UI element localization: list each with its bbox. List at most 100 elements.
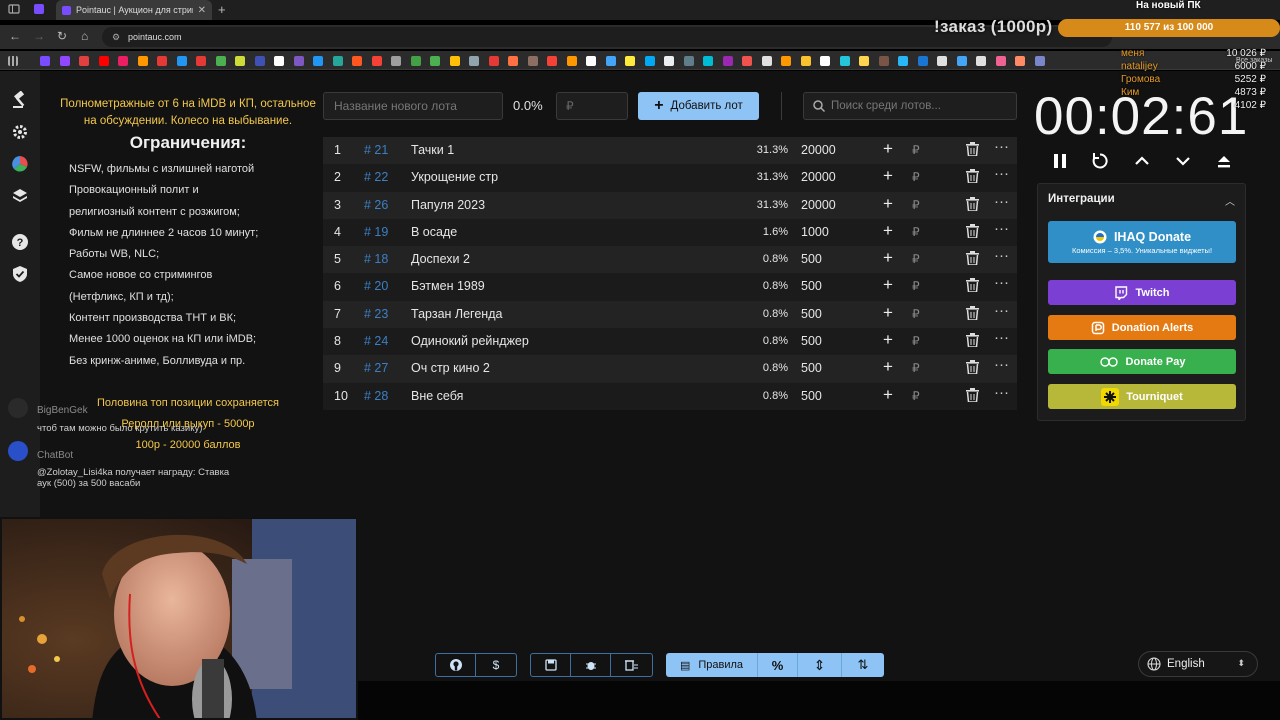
back-icon[interactable]: ←: [9, 29, 21, 43]
bookmark-icon[interactable]: [898, 56, 908, 66]
bookmark-icon[interactable]: [254, 56, 265, 66]
bookmark-icon[interactable]: [98, 56, 109, 66]
more-options-icon[interactable]: ···: [994, 329, 1009, 346]
lot-name[interactable]: Одинокий рейнджер: [411, 334, 529, 348]
bookmark-icon[interactable]: [605, 56, 616, 66]
currency-icon[interactable]: ₽: [912, 389, 920, 403]
browser-tab-active[interactable]: Pointauc | Аукцион для стрима ✕: [56, 0, 212, 20]
lot-name[interactable]: В осаде: [411, 225, 457, 239]
bookmark-icon[interactable]: [488, 56, 499, 66]
add-amount-icon[interactable]: +: [883, 357, 893, 377]
delete-lot-icon[interactable]: [966, 360, 979, 375]
lot-amount[interactable]: 500: [801, 389, 822, 403]
timer-decrease-icon[interactable]: [1174, 152, 1192, 170]
bookmark-icon[interactable]: [820, 56, 830, 66]
home-icon[interactable]: ⌂: [81, 29, 88, 43]
github-icon[interactable]: [436, 654, 476, 676]
currency-icon[interactable]: ₽: [912, 334, 920, 348]
donation-alerts-button[interactable]: Donation Alerts: [1048, 315, 1236, 340]
settings-gear-icon[interactable]: [11, 123, 29, 141]
bookmark-icon[interactable]: [1034, 56, 1045, 66]
delete-lot-icon[interactable]: [966, 305, 979, 320]
add-amount-icon[interactable]: +: [883, 248, 893, 268]
bookmark-icon[interactable]: [430, 56, 440, 66]
timer-collapse-icon[interactable]: [1215, 152, 1233, 170]
bookmark-icon[interactable]: [79, 56, 89, 66]
apps-grid-icon[interactable]: [8, 56, 18, 66]
bookmark-icon[interactable]: [527, 56, 538, 66]
bookmark-icon[interactable]: [781, 56, 791, 66]
bookmark-icon[interactable]: [332, 56, 343, 66]
bookmark-icon[interactable]: [371, 56, 382, 66]
lot-amount[interactable]: 500: [801, 252, 822, 266]
sidebar-toggle-icon[interactable]: [8, 3, 20, 15]
shield-icon[interactable]: [11, 265, 29, 283]
currency-icon[interactable]: ₽: [912, 279, 920, 293]
wheel-icon[interactable]: [11, 155, 29, 173]
lot-amount[interactable]: 1000: [801, 225, 829, 239]
bookmark-icon[interactable]: [800, 56, 811, 66]
reload-icon[interactable]: ↻: [57, 29, 67, 43]
bookmark-icon[interactable]: [137, 56, 148, 66]
lot-amount[interactable]: 20000: [801, 143, 836, 157]
currency-icon[interactable]: ₽: [912, 307, 920, 321]
more-options-icon[interactable]: ···: [994, 165, 1009, 182]
reset-timer-icon[interactable]: [1091, 152, 1109, 170]
lot-amount[interactable]: 500: [801, 334, 822, 348]
save-icon[interactable]: [531, 654, 571, 676]
lot-name[interactable]: Бэтмен 1989: [411, 279, 485, 293]
delete-lot-icon[interactable]: [966, 169, 979, 184]
bookmark-icon[interactable]: [664, 56, 674, 66]
add-amount-icon[interactable]: +: [883, 385, 893, 405]
bookmark-icon[interactable]: [293, 56, 304, 66]
add-amount-icon[interactable]: +: [883, 303, 893, 323]
bookmark-icon[interactable]: [547, 56, 557, 66]
bookmark-icon[interactable]: [410, 56, 421, 66]
more-options-icon[interactable]: ···: [994, 274, 1009, 291]
lot-amount[interactable]: 500: [801, 279, 822, 293]
bookmark-icon[interactable]: [1015, 56, 1025, 66]
bookmark-icon[interactable]: [859, 56, 869, 66]
ihaq-donate-button[interactable]: IHAQ Donate Комиссия – 3,5%. Уникальные …: [1048, 221, 1236, 263]
twitch-button[interactable]: Twitch: [1048, 280, 1236, 305]
bookmark-icon[interactable]: [352, 56, 362, 66]
bookmark-icon[interactable]: [917, 56, 928, 66]
bookmark-icon[interactable]: [586, 56, 596, 66]
currency-icon[interactable]: ₽: [912, 252, 920, 266]
bookmark-icon[interactable]: [878, 56, 889, 66]
layers-icon[interactable]: [11, 187, 29, 205]
bookmark-icon[interactable]: [40, 56, 50, 66]
add-amount-icon[interactable]: +: [883, 221, 893, 241]
bookmark-icon[interactable]: [722, 56, 733, 66]
bookmark-icon[interactable]: [391, 56, 401, 66]
lot-name[interactable]: Тарзан Легенда: [411, 307, 502, 321]
bookmark-icon[interactable]: [176, 56, 187, 66]
lot-amount[interactable]: 20000: [801, 198, 836, 212]
delete-lot-icon[interactable]: [966, 142, 979, 156]
dollar-icon[interactable]: $: [476, 654, 516, 676]
add-amount-icon[interactable]: +: [883, 139, 893, 159]
currency-icon[interactable]: ₽: [912, 225, 920, 239]
more-options-icon[interactable]: ···: [994, 193, 1009, 210]
more-options-icon[interactable]: ···: [994, 220, 1009, 237]
twitch-tab-icon[interactable]: [34, 4, 44, 14]
bug-icon[interactable]: [571, 654, 611, 676]
pause-icon[interactable]: [1051, 152, 1069, 170]
more-options-icon[interactable]: ···: [994, 247, 1009, 264]
search-lots-input[interactable]: Поиск среди лотов...: [803, 92, 1017, 120]
clear-icon[interactable]: [611, 654, 651, 676]
bookmark-icon[interactable]: [59, 56, 70, 66]
bookmark-icon[interactable]: [157, 56, 167, 66]
currency-icon[interactable]: ₽: [912, 170, 920, 184]
bookmark-icon[interactable]: [956, 56, 967, 66]
currency-icon[interactable]: ₽: [912, 143, 920, 157]
currency-icon[interactable]: ₽: [912, 198, 920, 212]
bookmark-icon[interactable]: [215, 56, 226, 66]
add-amount-icon[interactable]: +: [883, 275, 893, 295]
lot-name[interactable]: Тачки 1: [411, 143, 454, 157]
bookmark-icon[interactable]: [703, 56, 713, 66]
more-options-icon[interactable]: ···: [994, 384, 1009, 401]
bookmark-icon[interactable]: [995, 56, 1006, 66]
currency-icon[interactable]: ₽: [912, 361, 920, 375]
bookmark-icon[interactable]: [274, 56, 284, 66]
